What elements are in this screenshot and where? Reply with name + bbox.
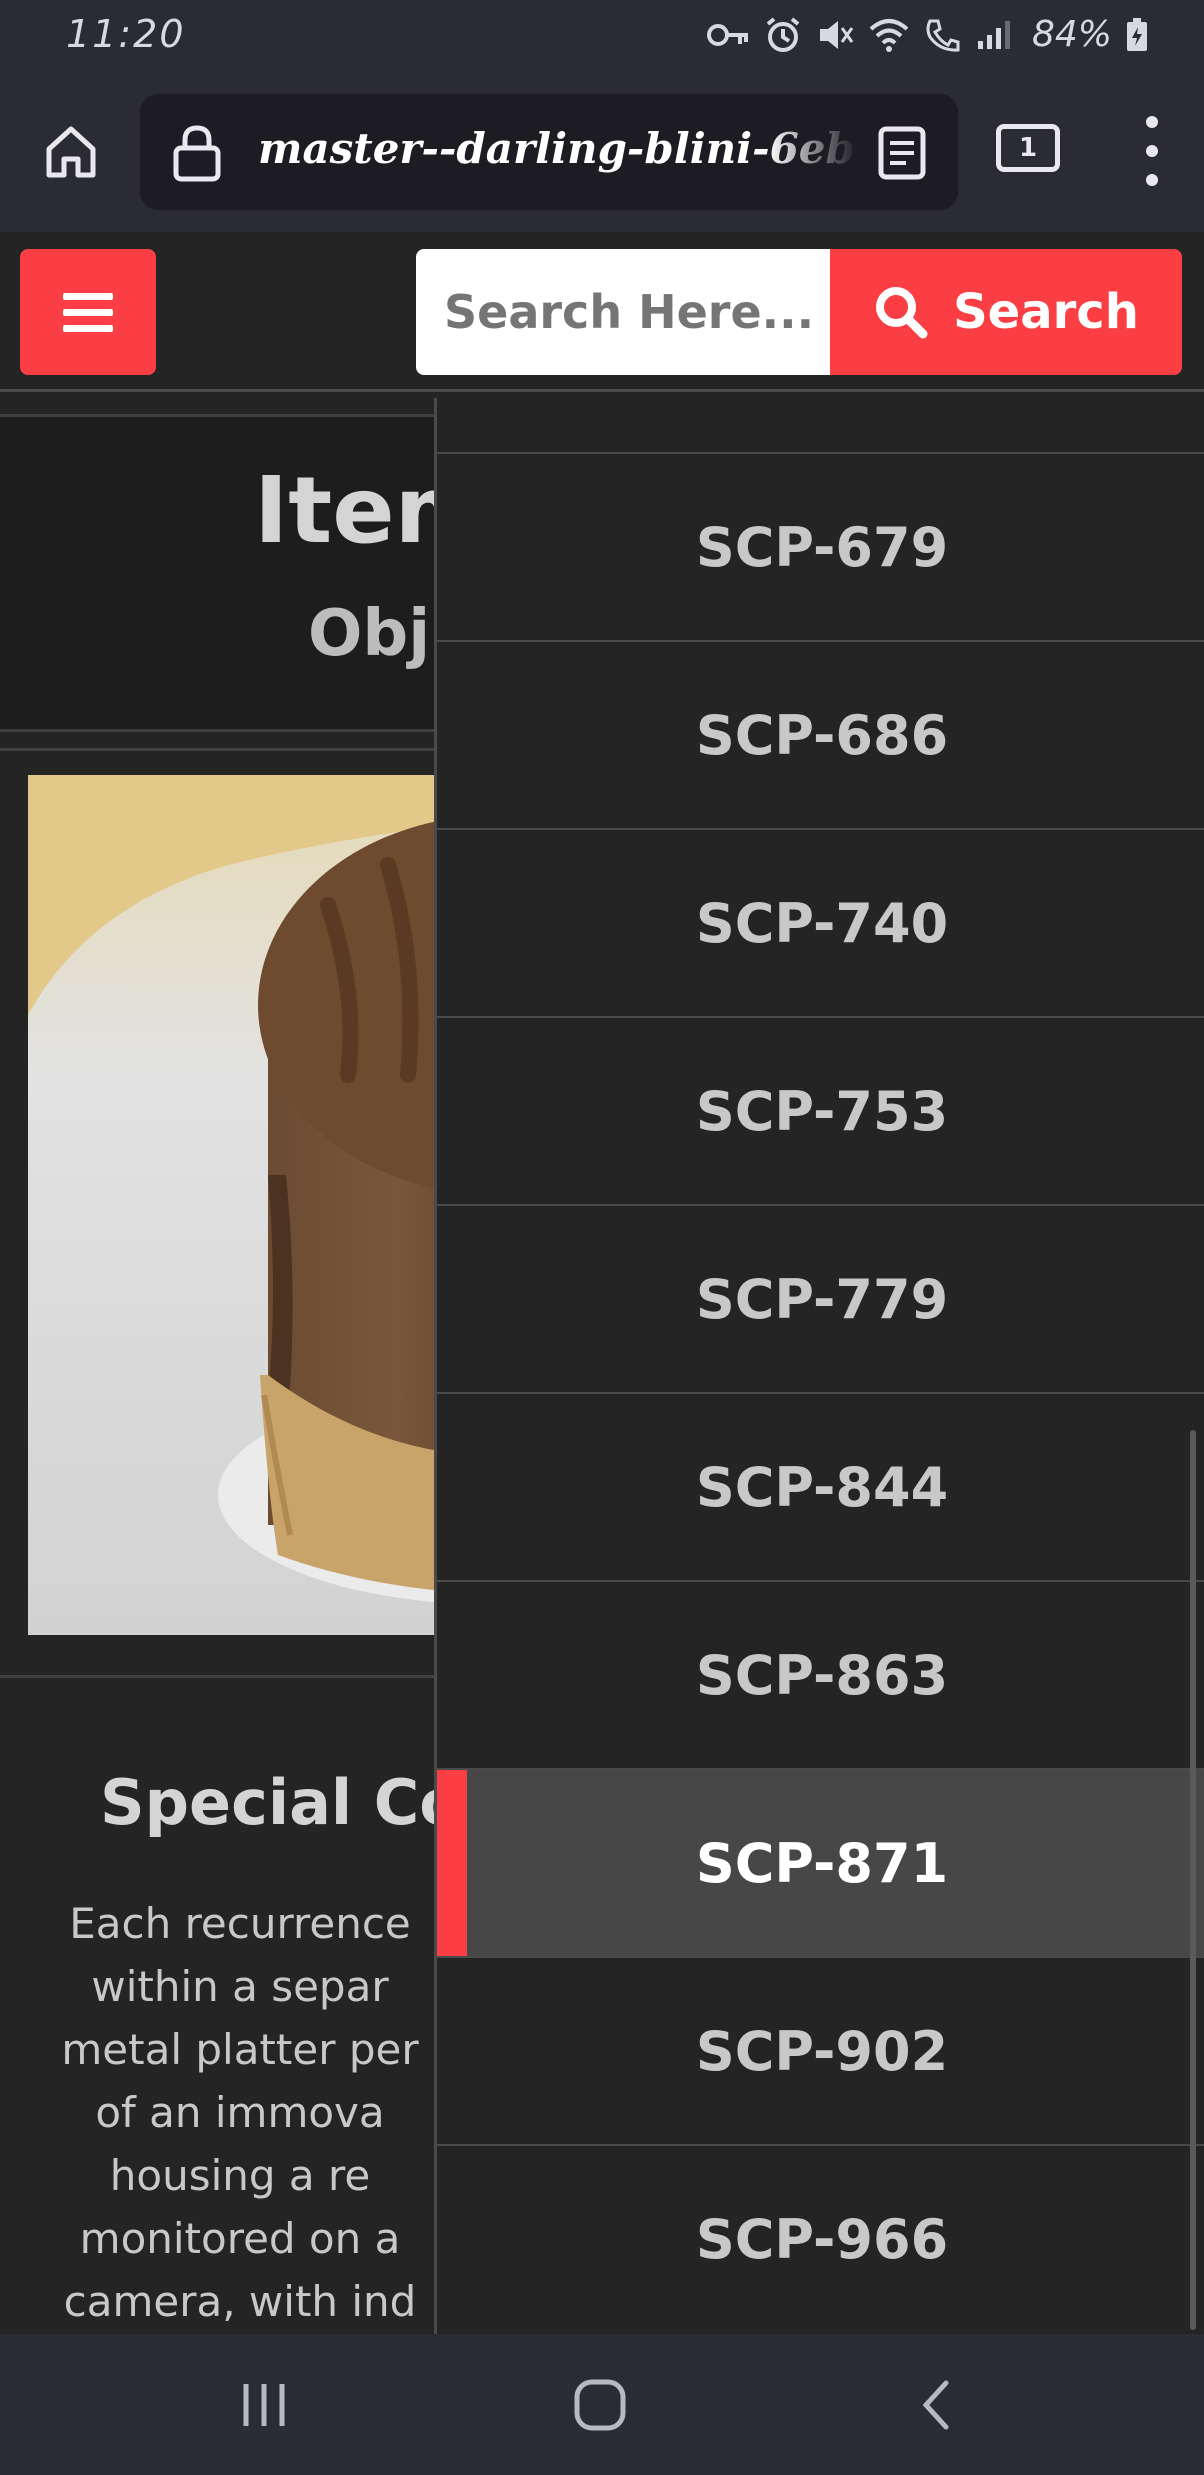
text-line: of an immova (95, 2088, 385, 2137)
drawer-item-label: SCP-753 (695, 1079, 949, 1143)
home-nav-button[interactable] (560, 2370, 640, 2440)
drawer-item[interactable]: SCP-740 (437, 828, 1204, 1016)
drawer-item-label: SCP-902 (695, 2019, 949, 2083)
drawer-item-label: SCP-740 (695, 891, 949, 955)
active-indicator (437, 1770, 467, 1956)
drawer-item[interactable]: SCP-679 (437, 452, 1204, 640)
url-text: master--darling-blini-6eb (258, 124, 855, 173)
special-containment-title: Special Co (100, 1766, 462, 1839)
drawer-item-label: SCP-779 (695, 1267, 949, 1331)
address-bar[interactable]: master--darling-blini-6eb (140, 94, 958, 210)
text-line: metal platter per (61, 2025, 419, 2074)
menu-dot (1146, 116, 1158, 128)
battery-percent: 84% (1031, 14, 1112, 55)
drawer-item[interactable]: SCP-863 (437, 1580, 1204, 1768)
mute-icon (816, 16, 854, 54)
site-header: Search (0, 232, 1204, 392)
home-icon (46, 126, 96, 178)
alarm-icon (764, 16, 802, 54)
recent-apps-icon (243, 2384, 285, 2426)
drawer-item-label: SCP-679 (695, 515, 949, 579)
signal-icon (976, 19, 1012, 51)
special-containment-text: Each recurrence within a separ metal pla… (20, 1892, 460, 2333)
text-line: within a separ (91, 1962, 389, 2011)
drawer-item-label: SCP-871 (695, 1831, 949, 1895)
drawer-item[interactable]: SCP-844 (437, 1392, 1204, 1580)
hamburger-menu-button[interactable] (20, 249, 156, 375)
reader-mode-icon[interactable] (878, 126, 926, 184)
drawer-item[interactable]: SCP-902 (437, 1956, 1204, 2144)
lock-icon (172, 124, 222, 186)
recent-apps-button[interactable] (224, 2370, 304, 2440)
status-time: 11:20 (66, 12, 186, 56)
system-nav-bar (0, 2334, 1204, 2475)
search-button-label: Search (953, 284, 1139, 340)
search-icon (876, 287, 928, 339)
status-bar: 11:20 84% (0, 0, 1204, 72)
home-nav-icon (574, 2379, 626, 2431)
hamburger-line (63, 292, 113, 300)
object-class: Obj (308, 597, 431, 671)
drawer-scrollbar[interactable] (1190, 1430, 1196, 2330)
drawer-item[interactable]: SCP-966 (437, 2144, 1204, 2332)
drawer-item-label: SCP-686 (695, 703, 949, 767)
drawer-item-label: SCP-863 (695, 1643, 949, 1707)
text-line: housing a re (109, 2151, 371, 2200)
text-line: monitored on a (79, 2214, 401, 2263)
drawer-item-active[interactable]: SCP-871 (437, 1768, 1204, 1956)
wifi-call-icon (924, 17, 962, 53)
key-icon (706, 20, 750, 50)
drawer-item[interactable]: SCP-686 (437, 640, 1204, 828)
search-input[interactable] (416, 249, 834, 375)
tabs-button[interactable]: 1 (996, 124, 1060, 172)
back-button[interactable] (896, 2370, 976, 2440)
hamburger-line (63, 308, 113, 316)
menu-dot (1146, 174, 1158, 186)
drawer-item[interactable]: SCP-753 (437, 1016, 1204, 1204)
status-icons: 84% (706, 14, 1148, 55)
wifi-icon (868, 17, 910, 53)
menu-dot (1146, 145, 1158, 157)
browser-menu-button[interactable] (1140, 116, 1164, 186)
home-button[interactable] (36, 116, 106, 186)
drawer-item-previous[interactable] (437, 398, 1204, 452)
battery-icon (1126, 17, 1148, 52)
back-icon (922, 2380, 949, 2430)
text-line: Each recurrence (69, 1899, 411, 1948)
drawer-item-label: SCP-966 (695, 2207, 949, 2271)
text-line: camera, with ind (63, 2277, 417, 2326)
drawer-item[interactable]: SCP-779 (437, 1204, 1204, 1392)
hamburger-line (63, 324, 113, 332)
navigation-drawer[interactable]: SCP-679 SCP-686 SCP-740 SCP-753 SCP-779 … (434, 398, 1204, 2334)
search-button[interactable]: Search (830, 249, 1182, 375)
drawer-item-label: SCP-844 (695, 1455, 949, 1519)
browser-toolbar: master--darling-blini-6eb 1 (0, 72, 1204, 232)
